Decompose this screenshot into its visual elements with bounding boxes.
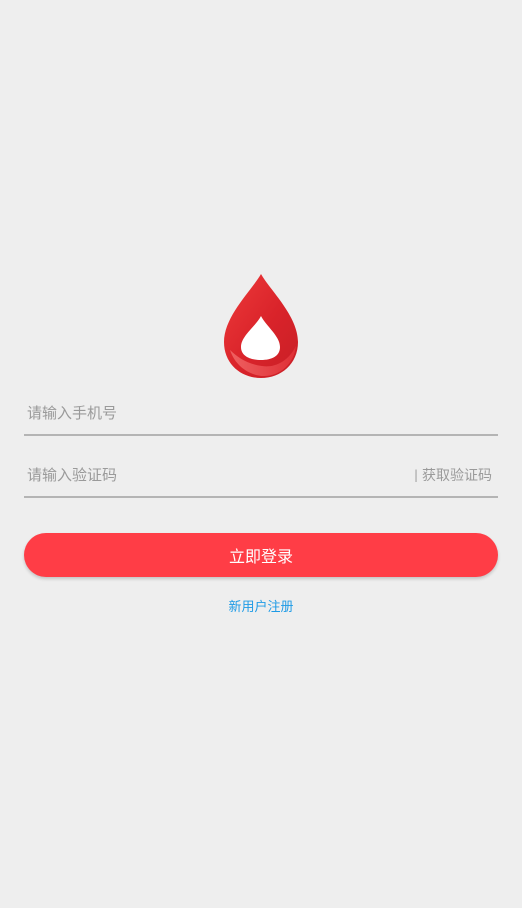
- code-separator: |: [413, 468, 418, 482]
- get-code-area: | 获取验证码: [414, 454, 492, 496]
- phone-input[interactable]: [27, 392, 495, 434]
- verification-code-input[interactable]: [27, 454, 407, 496]
- blood-drop-icon: [224, 274, 298, 378]
- login-screen: | 获取验证码 立即登录 新用户注册: [0, 0, 522, 908]
- login-button[interactable]: 立即登录: [24, 533, 498, 577]
- app-logo: [222, 272, 300, 380]
- register-link[interactable]: 新用户注册: [0, 596, 522, 615]
- login-button-label: 立即登录: [228, 547, 293, 566]
- verification-code-field: | 获取验证码: [24, 454, 498, 498]
- phone-field: [24, 392, 498, 436]
- get-verification-code-button[interactable]: 获取验证码: [422, 465, 492, 485]
